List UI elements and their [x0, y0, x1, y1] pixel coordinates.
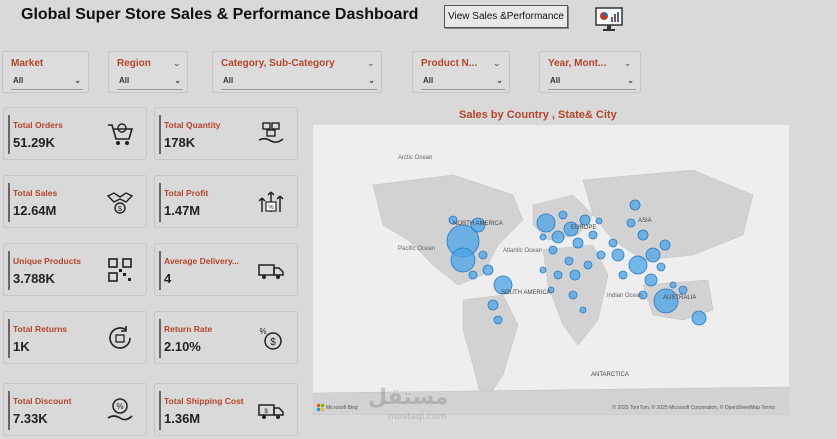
chevron-down-icon: ⌄ — [367, 58, 375, 68]
filter-product-name[interactable]: Product N... ⌄ All ⌄ — [412, 51, 510, 93]
cart-icon — [108, 123, 134, 145]
kpi-label: Unique Products — [13, 256, 82, 266]
filter-select[interactable]: All ⌄ — [421, 76, 505, 90]
kpi-value: 51.29K — [13, 135, 55, 150]
map-label-indian: Indian Ocean — [607, 293, 643, 299]
kpi-value: 7.33K — [13, 411, 48, 426]
map-bubbles[interactable] — [313, 125, 789, 415]
kpi-label: Total Discount — [13, 396, 72, 406]
kpi-card-average-delivery: Average Delivery... 4 — [154, 243, 298, 296]
filter-label: Category, Sub-Category — [221, 58, 335, 69]
chevron-down-icon: ⌄ — [496, 76, 503, 85]
svg-text:$: $ — [264, 409, 268, 415]
chevron-down-icon: ⌄ — [74, 76, 81, 85]
kpi-value: 178K — [164, 135, 196, 150]
filter-label: Market — [11, 58, 44, 69]
handshake-coin-icon: $ — [106, 192, 134, 214]
kpi-label: Average Delivery... — [164, 256, 240, 266]
shipping-truck-icon: $ — [258, 404, 284, 419]
svg-text:%: % — [268, 205, 274, 211]
view-sales-performance-button[interactable]: View Sales &Performance — [444, 5, 568, 28]
chevron-down-icon: ⌄ — [627, 76, 634, 85]
map-label-australia: AUSTRALIA — [663, 295, 697, 301]
map-label-europe: EUROPE — [571, 225, 597, 231]
kpi-label: Total Quantity — [164, 120, 221, 130]
svg-text:$: $ — [118, 206, 122, 213]
map-label-atlantic: Atlantic Ocean — [503, 248, 543, 254]
kpi-card-return-rate: Return Rate 2.10% $% — [154, 311, 298, 364]
kpi-label: Return Rate — [164, 324, 213, 334]
kpi-value: 2.10% — [164, 339, 201, 354]
map-label-arctic: Arctic Ocean — [398, 155, 433, 161]
map-title: Sales by Country , State& City — [459, 109, 617, 121]
map-label-antarctica: ANTARCTICA — [591, 372, 629, 378]
map-label-asia: ASIA — [638, 218, 652, 224]
discount-hand-icon: % — [107, 398, 133, 421]
filter-select[interactable]: All ⌄ — [117, 76, 183, 90]
kpi-card-total-orders: Total Orders 51.29K — [3, 107, 147, 160]
map-label-south-america: SOUTH AMERICA — [501, 290, 551, 296]
kpi-card-total-quantity: Total Quantity 178K — [154, 107, 298, 160]
kpi-card-total-profit: Total Profit 1.47M % — [154, 175, 298, 228]
map-label-north-america: NORTH AMERICA — [453, 221, 503, 227]
return-box-icon — [109, 326, 131, 349]
filter-label: Region — [117, 58, 151, 69]
filter-select[interactable]: All ⌄ — [221, 76, 377, 90]
svg-text:%: % — [259, 327, 266, 336]
filter-year-month[interactable]: Year, Mont... ⌄ All ⌄ — [539, 51, 641, 93]
filter-market[interactable]: Market All ⌄ — [2, 51, 89, 93]
chevron-down-icon: ⌄ — [173, 58, 181, 68]
coin-percent-icon: $% — [259, 327, 282, 350]
map-credit[interactable]: © 2025 TomTom, © 2025 Microsoft Corporat… — [612, 405, 775, 411]
kpi-label: Total Returns — [13, 324, 68, 334]
watermark-logo: مستقل — [368, 385, 449, 410]
kpi-value: 1.36M — [164, 411, 201, 426]
watermark-url: mostaql.com — [388, 412, 447, 422]
kpi-value: 4 — [164, 271, 172, 286]
kpi-value: 12.64M — [13, 203, 57, 218]
filter-select[interactable]: All ⌄ — [11, 76, 83, 90]
kpi-label: Total Sales — [13, 188, 58, 198]
chevron-down-icon: ⌄ — [174, 76, 181, 85]
delivery-truck-icon — [258, 264, 284, 279]
filter-category[interactable]: Category, Sub-Category ⌄ All ⌄ — [212, 51, 382, 93]
chevron-down-icon: ⌄ — [624, 58, 632, 68]
sales-map[interactable]: Arctic Ocean NORTH AMERICA Pacific Ocean… — [313, 125, 789, 415]
qr-code-icon — [108, 258, 132, 282]
svg-text:%: % — [116, 402, 123, 411]
kpi-card-unique-products: Unique Products 3.788K — [3, 243, 147, 296]
kpi-card-total-returns: Total Returns 1K — [3, 311, 147, 364]
monitor-chart-icon[interactable] — [594, 6, 624, 32]
kpi-value: 1.47M — [164, 203, 201, 218]
kpi-value: 1K — [13, 339, 30, 354]
kpi-label: Total Orders — [13, 120, 63, 130]
dashboard-title: Global Super Store Sales & Performance D… — [21, 6, 419, 23]
chevron-down-icon: ⌄ — [493, 58, 501, 68]
microsoft-bing-logo: Microsoft Bing — [317, 404, 358, 411]
kpi-card-total-discount: Total Discount 7.33K % — [3, 383, 147, 436]
kpi-card-total-shipping-cost: Total Shipping Cost 1.36M $ — [154, 383, 298, 436]
kpi-card-total-sales: Total Sales 12.64M $ — [3, 175, 147, 228]
filter-region[interactable]: Region ⌄ All ⌄ — [108, 51, 188, 93]
map-label-pacific: Pacific Ocean — [398, 246, 436, 252]
kpi-value: 3.788K — [13, 271, 55, 286]
filter-label: Year, Mont... — [548, 58, 607, 69]
filter-label: Product N... — [421, 58, 478, 69]
kpi-label: Total Shipping Cost — [164, 396, 244, 406]
svg-text:$: $ — [270, 337, 276, 348]
filter-select[interactable]: All ⌄ — [548, 76, 636, 90]
kpi-label: Total Profit — [164, 188, 209, 198]
chevron-down-icon: ⌄ — [368, 76, 375, 85]
profit-growth-icon: % — [258, 191, 284, 212]
boxes-hand-icon — [258, 122, 284, 143]
